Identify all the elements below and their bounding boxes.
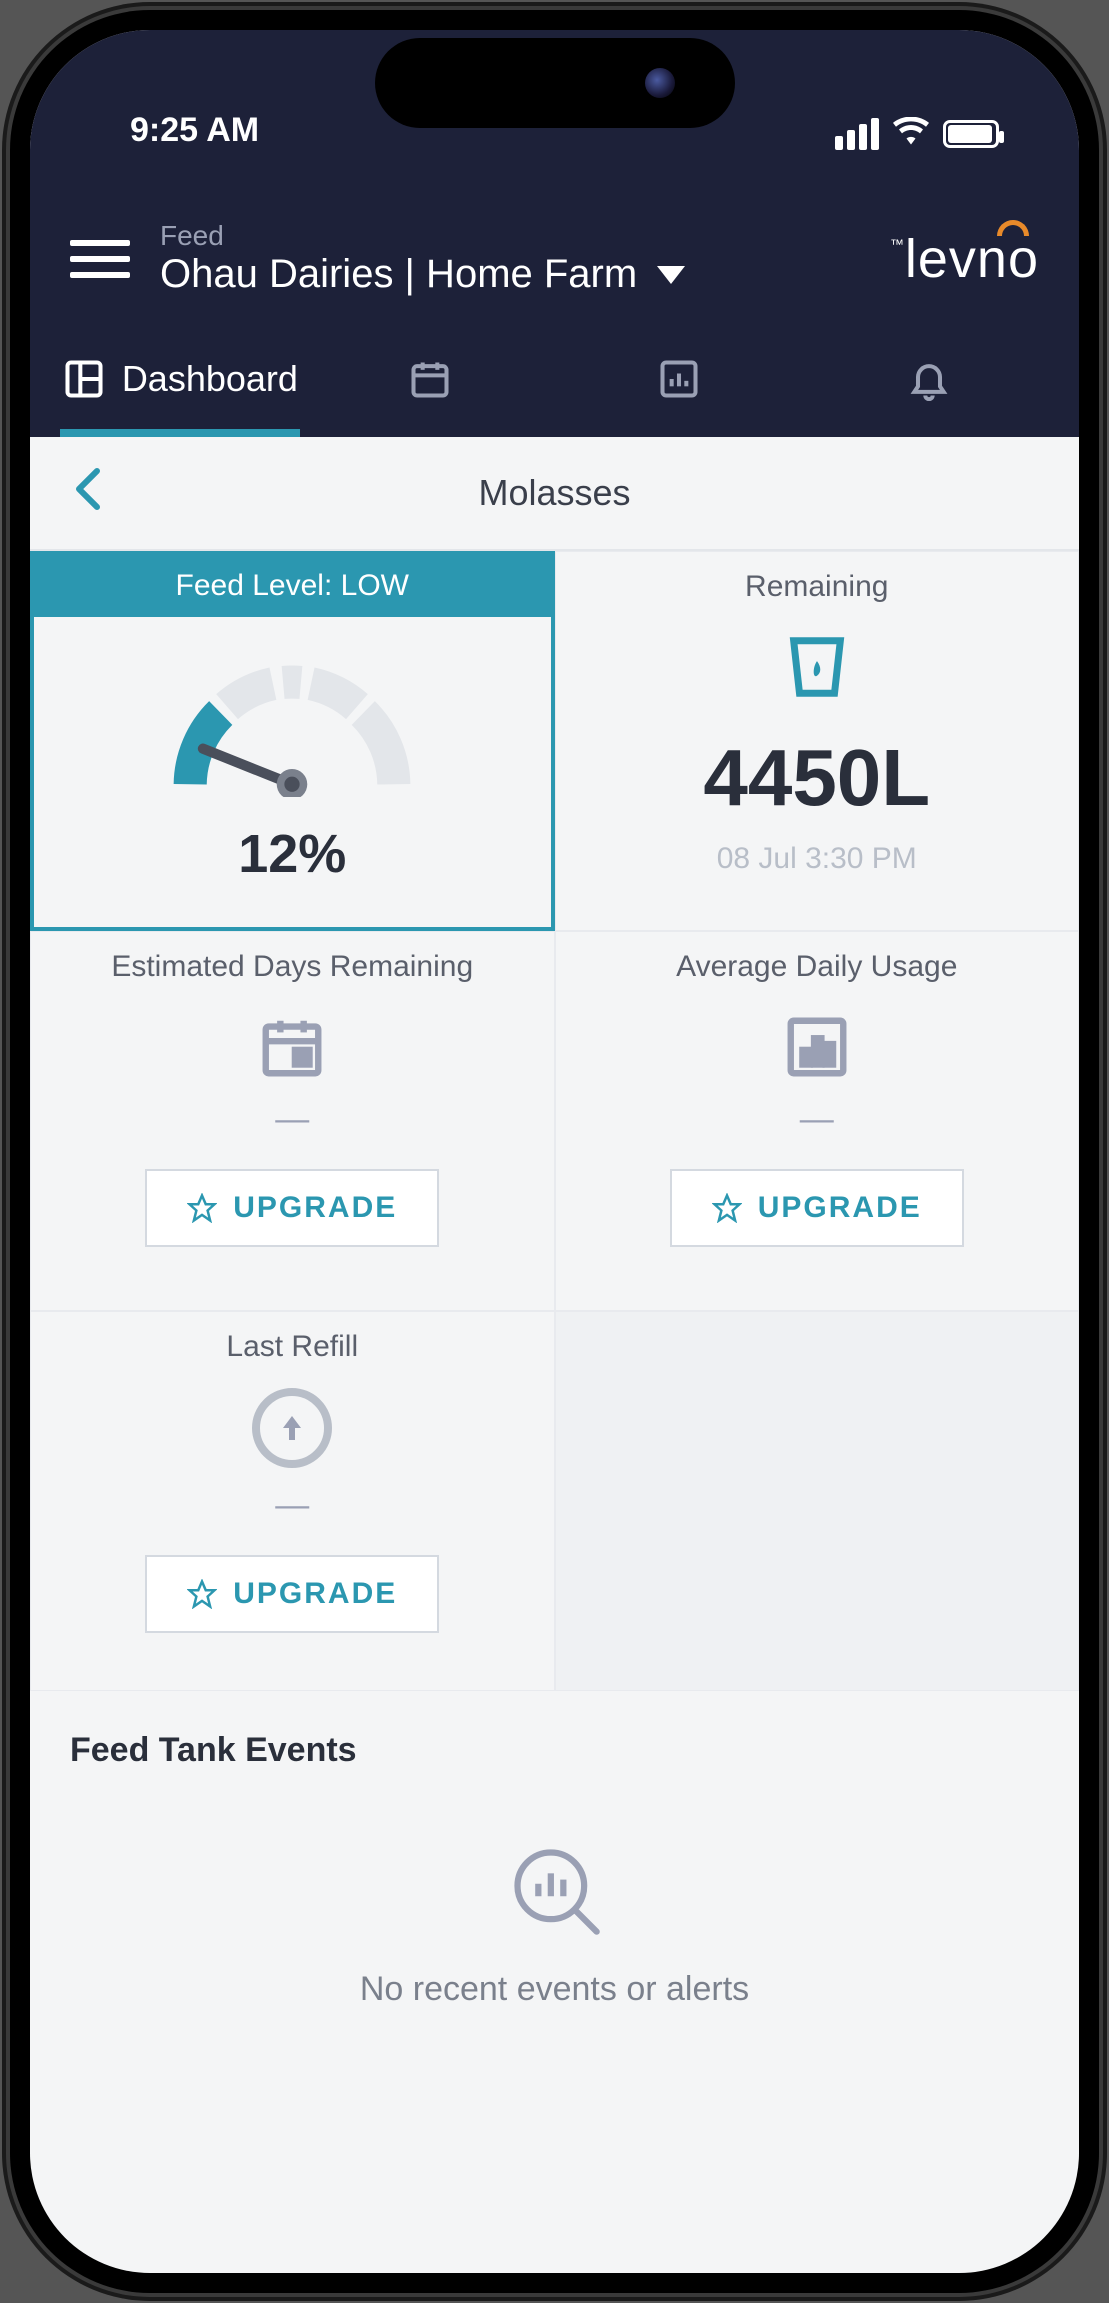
usage-chart-icon	[782, 1012, 852, 1082]
phone-frame: 9:25 AM Feed Ohau Dairies | Home Farm	[10, 10, 1099, 2293]
wifi-icon	[893, 117, 929, 150]
bar-chart-icon	[657, 357, 701, 401]
tile-feed-level[interactable]: Feed Level: LOW	[30, 551, 555, 931]
tab-calendar[interactable]	[310, 337, 550, 437]
page-title: Molasses	[30, 472, 1079, 514]
remaining-value: 4450L	[703, 732, 930, 824]
star-icon	[187, 1579, 217, 1609]
avg-usage-title: Average Daily Usage	[676, 950, 957, 984]
days-remaining-value: —	[275, 1100, 309, 1139]
calendar-day-icon	[257, 1012, 327, 1082]
feed-level-banner: Feed Level: LOW	[34, 555, 551, 617]
tile-days-remaining[interactable]: Estimated Days Remaining — UPGRADE	[30, 931, 555, 1311]
tab-reports[interactable]	[560, 337, 800, 437]
device-notch	[375, 38, 735, 128]
magnify-chart-icon	[505, 1840, 605, 1940]
upgrade-button-refill[interactable]: UPGRADE	[145, 1555, 439, 1633]
tab-alerts[interactable]	[809, 337, 1049, 437]
status-icons	[835, 117, 1019, 150]
upgrade-button-usage[interactable]: UPGRADE	[670, 1169, 964, 1247]
section-label: Feed	[160, 220, 860, 252]
app-header: Feed Ohau Dairies | Home Farm ™levno	[30, 170, 1079, 307]
chevron-down-icon	[657, 266, 685, 284]
tab-dashboard[interactable]: Dashboard	[60, 337, 300, 437]
upgrade-button-days[interactable]: UPGRADE	[145, 1169, 439, 1247]
tile-avg-usage[interactable]: Average Daily Usage — UPGRADE	[555, 931, 1080, 1311]
tile-grid: Feed Level: LOW	[30, 551, 1079, 1691]
avg-usage-value: —	[800, 1100, 834, 1139]
tile-remaining[interactable]: Remaining 4450L 08 Jul 3:30 PM	[555, 551, 1080, 931]
calendar-icon	[408, 357, 452, 401]
menu-button[interactable]	[70, 240, 130, 278]
upgrade-label: UPGRADE	[758, 1191, 922, 1225]
cup-icon	[777, 632, 857, 702]
back-button[interactable]	[70, 465, 130, 521]
last-refill-title: Last Refill	[226, 1330, 358, 1364]
cellular-signal-icon	[835, 118, 879, 150]
brand-logo: ™levno	[890, 228, 1039, 290]
remaining-title: Remaining	[745, 570, 888, 604]
last-refill-value: —	[275, 1486, 309, 1525]
days-remaining-title: Estimated Days Remaining	[111, 950, 473, 984]
status-time: 9:25 AM	[90, 111, 259, 150]
location-selector[interactable]: Feed Ohau Dairies | Home Farm	[160, 220, 860, 297]
upgrade-label: UPGRADE	[233, 1577, 397, 1611]
dashboard-icon	[62, 357, 106, 401]
battery-icon	[943, 120, 999, 148]
tab-bar: Dashboard	[30, 307, 1079, 437]
upgrade-label: UPGRADE	[233, 1191, 397, 1225]
tile-empty	[555, 1311, 1080, 1691]
remaining-timestamp: 08 Jul 3:30 PM	[717, 842, 917, 876]
events-empty-state: No recent events or alerts	[70, 1820, 1039, 2049]
feed-level-percent: 12%	[238, 823, 346, 885]
events-empty-text: No recent events or alerts	[360, 1970, 749, 2009]
bell-icon	[907, 357, 951, 401]
tile-last-refill[interactable]: Last Refill — UPGRADE	[30, 1311, 555, 1691]
location-title: Ohau Dairies | Home Farm	[160, 252, 637, 297]
upload-circle-icon	[252, 1388, 332, 1468]
events-section: Feed Tank Events No recent events or ale…	[30, 1691, 1079, 2069]
phone-screen: 9:25 AM Feed Ohau Dairies | Home Farm	[30, 30, 1079, 2273]
tab-dashboard-label: Dashboard	[122, 358, 298, 400]
gauge-icon	[162, 657, 422, 797]
sub-header: Molasses	[30, 437, 1079, 551]
star-icon	[187, 1193, 217, 1223]
events-title: Feed Tank Events	[70, 1731, 1039, 1770]
star-icon	[712, 1193, 742, 1223]
